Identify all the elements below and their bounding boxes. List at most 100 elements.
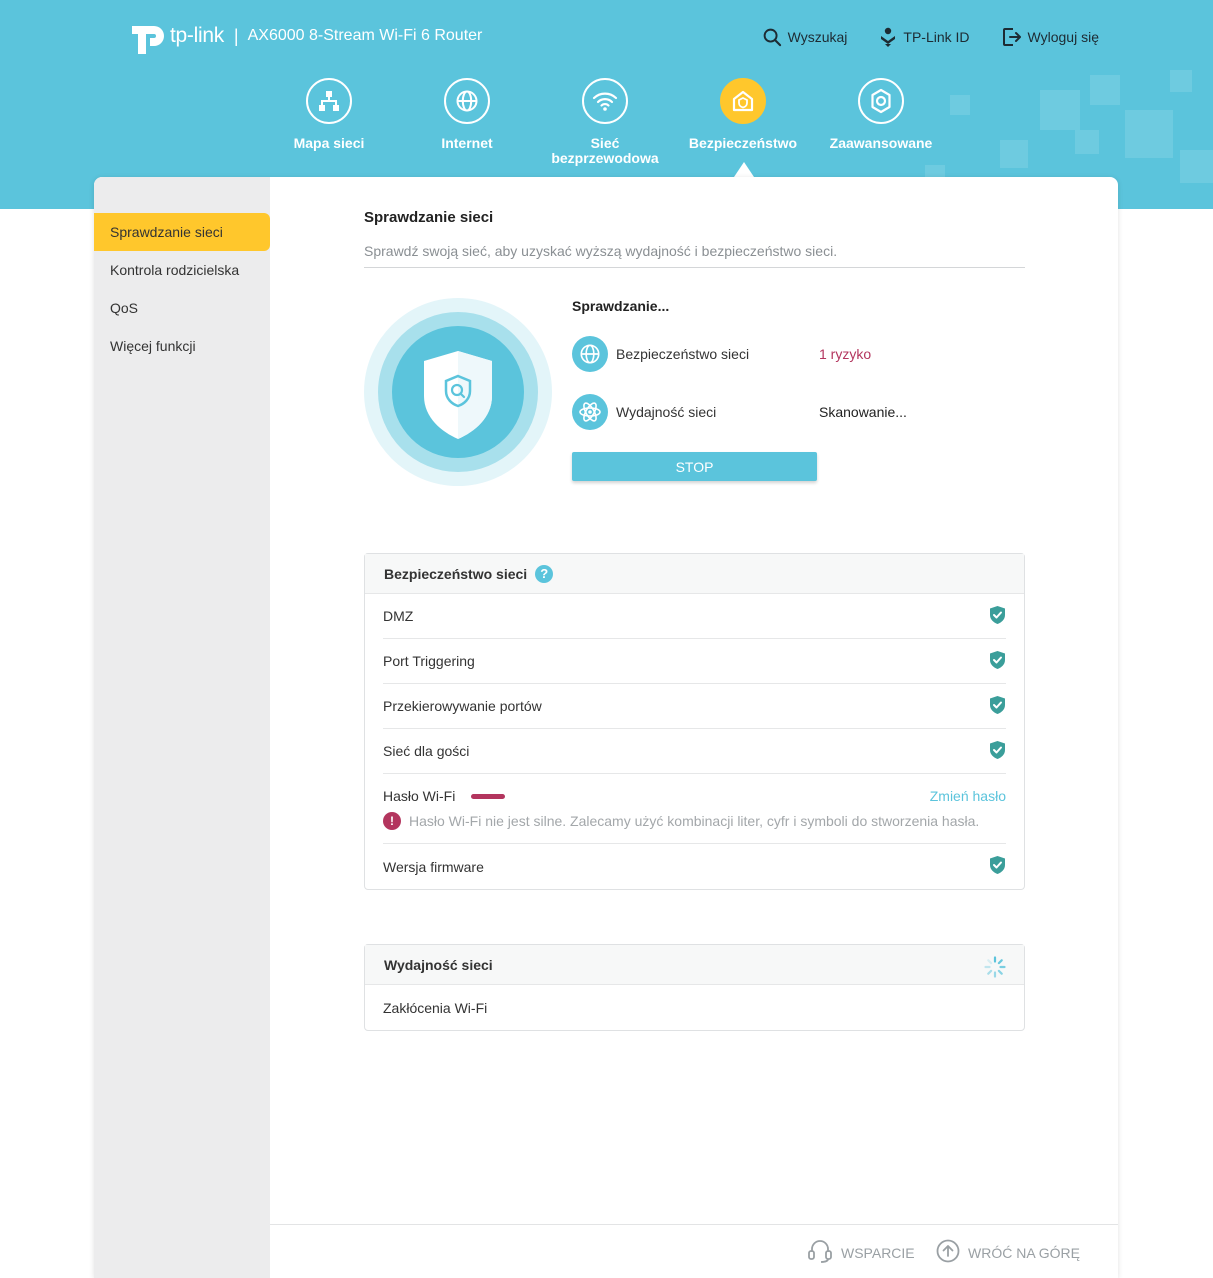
nav-security[interactable]: Bezpieczeństwo [674, 78, 812, 166]
performance-card: Wydajność sieci Zakłócenia Wi-Fi [364, 944, 1025, 1031]
tplink-id-label: TP-Link ID [903, 29, 970, 45]
scan-security-label: Bezpieczeństwo sieci [616, 346, 750, 362]
help-icon[interactable]: ? [535, 564, 554, 583]
banner-decoration [1040, 90, 1080, 130]
scan-row-performance: Wydajność sieci Skanowanie... [572, 394, 907, 430]
security-item-label: Port Triggering [383, 653, 475, 669]
page-description: Sprawdź swoją sieć, aby uzyskać wyższą w… [364, 243, 1025, 268]
sidebar-item-qos[interactable]: QoS [94, 289, 270, 327]
content-area: Sprawdzanie sieci Sprawdź swoją sieć, ab… [270, 177, 1118, 1224]
shield-check-icon [989, 740, 1006, 763]
sidebar-item-network-check[interactable]: Sprawdzanie sieci [94, 213, 270, 251]
headset-icon [807, 1239, 833, 1266]
atom-icon [572, 394, 608, 430]
security-card-header: Bezpieczeństwo sieci ? [365, 554, 1024, 594]
shield-check-icon [989, 695, 1006, 718]
main-nav: Mapa sieci Internet Sieć bezprzewodowa B… [260, 78, 950, 166]
network-map-icon [306, 78, 352, 124]
scan-shield-graphic [364, 298, 552, 486]
logout-icon [1002, 27, 1022, 47]
nav-label: Internet [441, 135, 493, 151]
top-links: Wyszukaj TP-Link ID Wyloguj się [763, 27, 1099, 47]
banner-decoration [1075, 130, 1099, 154]
shield-search-icon [364, 298, 552, 486]
page-title: Sprawdzanie sieci [364, 209, 494, 226]
security-item-port-triggering: Port Triggering [383, 639, 1006, 684]
tplink-id-icon [879, 27, 897, 47]
brand-name: tp-link [170, 24, 224, 47]
banner-decoration [1125, 110, 1173, 158]
scan-performance-label: Wydajność sieci [616, 404, 717, 420]
security-item-wifi-password: Hasło Wi-Fi Zmień hasło ! Hasło Wi-Fi ni… [383, 774, 1006, 844]
tplink-id-link[interactable]: TP-Link ID [879, 27, 970, 47]
security-item-guest-network: Sieć dla gości [383, 729, 1006, 774]
nav-label: Bezpieczeństwo [688, 135, 798, 151]
search-link-label: Wyszukaj [787, 29, 848, 45]
globe-icon [572, 336, 608, 372]
nav-label: Zaawansowane [829, 135, 933, 151]
banner-decoration [1170, 70, 1192, 92]
search-icon [763, 28, 782, 47]
globe-icon [444, 78, 490, 124]
security-item-label: Przekierowywanie portów [383, 698, 542, 714]
logout-label: Wyloguj się [1027, 29, 1099, 45]
security-item-port-forwarding: Przekierowywanie portów [383, 684, 1006, 729]
router-model: AX6000 8-Stream Wi-Fi 6 Router [247, 27, 483, 44]
security-item-label: Hasło Wi-Fi [383, 788, 456, 804]
arrow-up-circle-icon [936, 1239, 960, 1266]
search-link[interactable]: Wyszukaj [763, 27, 848, 47]
shield-check-icon [989, 855, 1006, 878]
support-link[interactable]: WSPARCIE [807, 1239, 915, 1266]
tplink-logo[interactable]: tp-link | AX6000 8-Stream Wi-Fi 6 Router [128, 18, 482, 54]
performance-item-label: Zakłócenia Wi-Fi [383, 999, 488, 1016]
nav-wireless[interactable]: Sieć bezprzewodowa [536, 78, 674, 166]
nav-network-map[interactable]: Mapa sieci [260, 78, 398, 166]
sidebar-item-more-features[interactable]: Więcej funkcji [94, 327, 270, 365]
back-to-top-link[interactable]: WRÓĆ NA GÓRĘ [936, 1239, 1080, 1266]
scan-row-security: Bezpieczeństwo sieci 1 ryzyko [572, 336, 871, 372]
password-warning-text: Hasło Wi-Fi nie jest silne. Zalecamy uży… [409, 813, 980, 829]
nav-label: Mapa sieci [293, 135, 365, 151]
security-item-label: DMZ [383, 608, 414, 624]
sidebar: Sprawdzanie sieci Kontrola rodzicielska … [94, 177, 270, 1278]
banner-decoration [1180, 150, 1213, 183]
warning-icon: ! [383, 812, 401, 830]
performance-card-header: Wydajność sieci [365, 945, 1024, 985]
security-item-firmware: Wersja firmware [383, 844, 1006, 889]
sidebar-item-parental-control[interactable]: Kontrola rodzicielska [94, 251, 270, 289]
security-house-icon [720, 78, 766, 124]
security-card-title: Bezpieczeństwo sieci [384, 565, 528, 582]
wifi-password-row: Hasło Wi-Fi Zmień hasło [383, 788, 1006, 804]
footer: WSPARCIE WRÓĆ NA GÓRĘ [270, 1224, 1118, 1278]
nav-internet[interactable]: Internet [398, 78, 536, 166]
performance-card-title: Wydajność sieci [384, 956, 493, 973]
loading-spinner-icon [984, 956, 1006, 981]
back-to-top-label: WRÓĆ NA GÓRĘ [968, 1244, 1081, 1261]
banner-decoration [1090, 75, 1120, 105]
shield-check-icon [989, 650, 1006, 673]
stop-scan-button[interactable]: STOP [572, 452, 817, 481]
security-item-label: Sieć dla gości [383, 743, 470, 759]
advanced-gear-icon [858, 78, 904, 124]
shield-check-icon [989, 605, 1006, 628]
tplink-logo-icon [128, 18, 168, 54]
nav-label: Sieć bezprzewodowa [551, 135, 659, 166]
change-password-link[interactable]: Zmień hasło [930, 788, 1006, 804]
scan-status: Sprawdzanie... [572, 298, 670, 314]
security-card: Bezpieczeństwo sieci ? DMZ Port Triggeri… [364, 553, 1025, 890]
security-item-dmz: DMZ [383, 594, 1006, 639]
password-strength-bar [471, 793, 506, 799]
wifi-icon [582, 78, 628, 124]
security-item-label: Wersja firmware [383, 858, 484, 875]
banner-decoration [1000, 140, 1028, 168]
active-nav-pointer [734, 162, 754, 177]
password-warning: ! Hasło Wi-Fi nie jest silne. Zalecamy u… [383, 812, 979, 830]
scan-security-value: 1 ryzyko [819, 346, 872, 362]
logo-separator: | [233, 25, 239, 46]
logout-link[interactable]: Wyloguj się [1002, 27, 1099, 47]
nav-advanced[interactable]: Zaawansowane [812, 78, 950, 166]
performance-item-wifi-interference: Zakłócenia Wi-Fi [383, 985, 1006, 1030]
banner-decoration [950, 95, 970, 115]
scan-performance-value: Skanowanie... [819, 404, 907, 420]
support-label: WSPARCIE [841, 1244, 915, 1261]
